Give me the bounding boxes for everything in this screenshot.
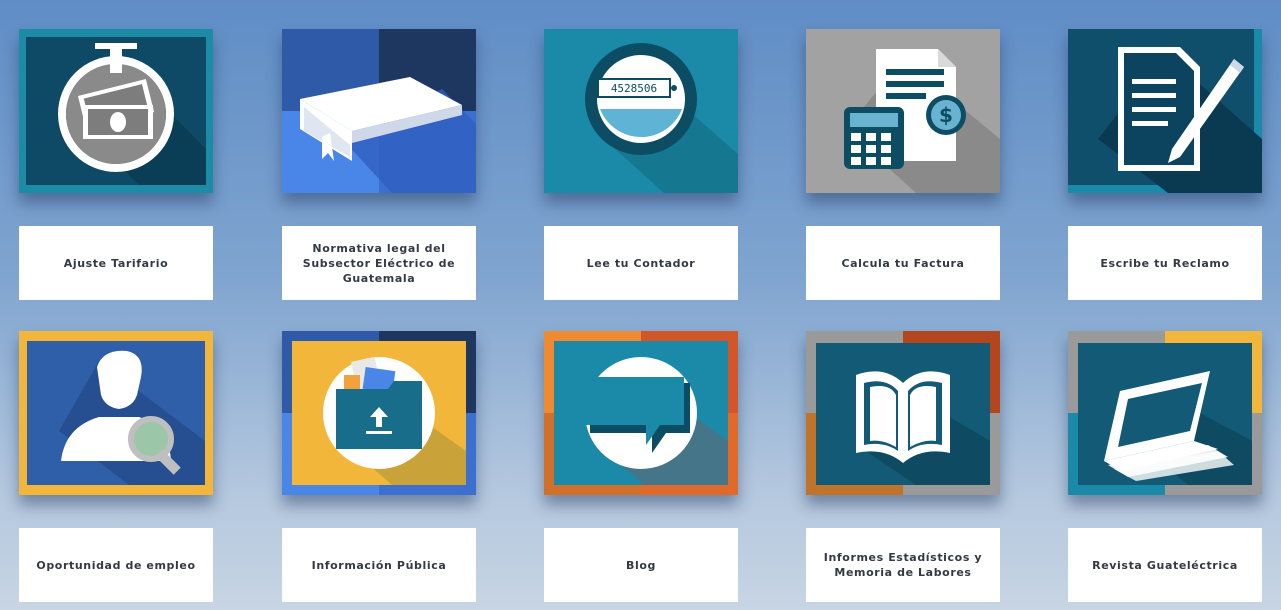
ajuste-tarifario-label[interactable]: Ajuste Tarifario bbox=[19, 226, 213, 300]
lee-tu-contador-tile[interactable]: 4528506 bbox=[544, 29, 738, 193]
magazine-icon bbox=[1068, 331, 1262, 495]
folder-upload-icon bbox=[282, 331, 476, 495]
calcula-tu-factura-tile[interactable]: $ bbox=[806, 29, 1000, 193]
calcula-tu-factura-label[interactable]: Calcula tu Factura bbox=[806, 226, 1000, 300]
electric-meter-icon: 4528506 bbox=[544, 29, 738, 193]
normativa-legal-tile[interactable] bbox=[282, 29, 476, 193]
book-icon bbox=[282, 29, 476, 193]
escribe-tu-reclamo-tile[interactable] bbox=[1068, 29, 1262, 193]
informes-estadisticos-label[interactable]: Informes Estadísticos y Memoria de Labor… bbox=[806, 528, 1000, 602]
blog-tile[interactable] bbox=[544, 331, 738, 495]
oportunidad-empleo-label[interactable]: Oportunidad de empleo bbox=[19, 528, 213, 602]
informacion-publica-tile[interactable] bbox=[282, 331, 476, 495]
ajuste-tarifario-tile[interactable] bbox=[19, 29, 213, 193]
meter-reading-text: 4528506 bbox=[611, 82, 657, 95]
escribe-tu-reclamo-label[interactable]: Escribe tu Reclamo bbox=[1068, 226, 1262, 300]
oportunidad-empleo-tile[interactable] bbox=[19, 331, 213, 495]
person-magnifier-icon bbox=[19, 331, 213, 495]
open-book-icon bbox=[806, 331, 1000, 495]
revista-guateelectrica-label[interactable]: Revista Guateléctrica bbox=[1068, 528, 1262, 602]
lee-tu-contador-label[interactable]: Lee tu Contador bbox=[544, 226, 738, 300]
calculator-invoice-icon: $ bbox=[806, 29, 1000, 193]
blog-label[interactable]: Blog bbox=[544, 528, 738, 602]
informacion-publica-label[interactable]: Información Pública bbox=[282, 528, 476, 602]
document-pen-icon bbox=[1068, 29, 1262, 193]
chat-bubble-icon bbox=[544, 331, 738, 495]
svg-text:$: $ bbox=[939, 103, 953, 127]
tariff-money-icon bbox=[19, 29, 213, 193]
informes-estadisticos-tile[interactable] bbox=[806, 331, 1000, 495]
normativa-legal-label[interactable]: Normativa legal del Subsector Eléctrico … bbox=[282, 226, 476, 300]
revista-guateelectrica-tile[interactable] bbox=[1068, 331, 1262, 495]
